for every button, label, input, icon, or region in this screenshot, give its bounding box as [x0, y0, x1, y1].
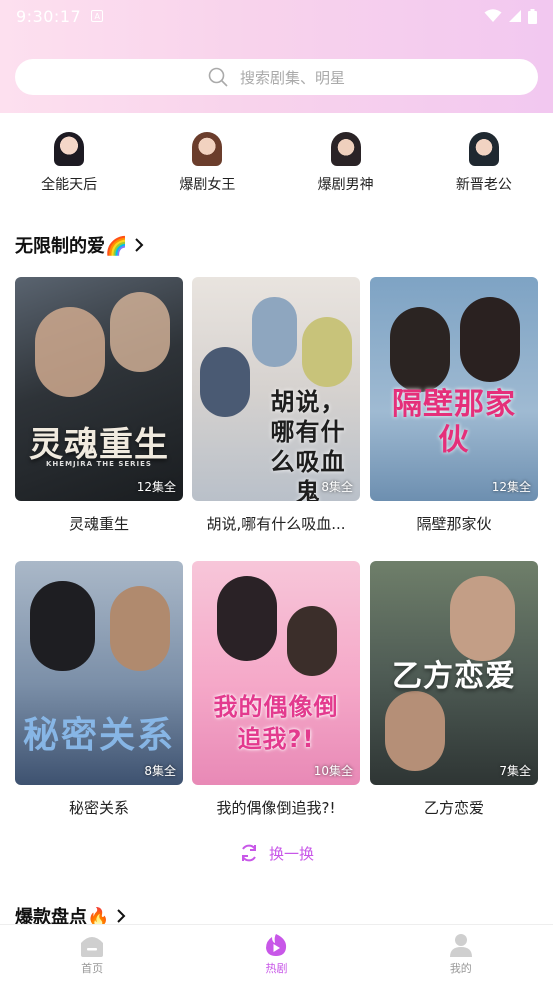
chevron-right-icon: [135, 238, 144, 252]
category-item-new-husband[interactable]: 新晋老公: [415, 132, 553, 196]
refresh-label: 换一换: [268, 844, 314, 863]
section-title[interactable]: 无限制的爱🌈: [15, 232, 145, 258]
chevron-right-icon: [117, 909, 126, 923]
drama-name: 隔壁那家伙: [416, 515, 492, 533]
battery-icon: [528, 8, 537, 24]
poster-title: 灵魂重生: [29, 425, 169, 465]
avatar: [192, 132, 223, 166]
poster-title: 秘密关系: [22, 715, 175, 756]
drama-name: 秘密关系: [68, 799, 129, 817]
category-label: 全能天后: [41, 177, 98, 193]
person-icon: [449, 934, 472, 957]
drama-name: 灵魂重生: [68, 515, 129, 533]
avatar: [330, 132, 361, 166]
drama-card[interactable]: 秘密关系 8集全 秘密关系: [15, 561, 183, 818]
nav-hot[interactable]: 热剧: [184, 925, 368, 984]
episode-badge: 12集全: [491, 480, 531, 494]
drama-card[interactable]: 隔壁那家伙 12集全 隔壁那家伙: [370, 277, 538, 534]
drama-card[interactable]: 胡说，哪有什么吸血鬼 8集全 胡说,哪有什么吸血...: [192, 277, 360, 534]
bottom-nav: 首页 热剧 我的: [0, 924, 553, 984]
poster-title: 乙方恋爱: [392, 659, 516, 694]
drama-poster: 隔壁那家伙 12集全: [370, 277, 538, 501]
episode-badge: 8集全: [321, 480, 353, 494]
category-row: 全能天后 爆剧女王 爆剧男神 新晋老公: [0, 132, 553, 196]
category-item-drama-king[interactable]: 爆剧男神: [277, 132, 415, 196]
home-icon: [81, 937, 104, 957]
avatar: [468, 132, 499, 166]
sim-icon: A: [91, 10, 104, 22]
episode-badge: 12集全: [136, 480, 176, 494]
drama-poster: 乙方恋爱 7集全: [370, 561, 538, 785]
search-icon: [208, 67, 228, 87]
refresh-icon: [241, 844, 256, 862]
drama-card[interactable]: 乙方恋爱 7集全 乙方恋爱: [370, 561, 538, 818]
nav-label: 首页: [81, 962, 104, 975]
nav-label: 热剧: [265, 962, 288, 975]
drama-name: 乙方恋爱: [423, 799, 484, 817]
poster-subtitle: KHEMJIRA THE SERIES: [46, 460, 152, 468]
header-background: 9:30:17 A 搜索剧集、明星: [0, 0, 553, 113]
poster-title: 隔壁那家伙: [392, 387, 516, 458]
nav-profile[interactable]: 我的: [369, 925, 553, 984]
drama-poster: 灵魂重生 KHEMJIRA THE SERIES 12集全: [15, 277, 183, 501]
episode-badge: 10集全: [313, 764, 353, 778]
search-input[interactable]: 搜索剧集、明星: [15, 59, 538, 95]
section-title-text: 无限制的爱🌈: [15, 236, 128, 257]
nav-home[interactable]: 首页: [0, 925, 184, 984]
episode-badge: 7集全: [499, 764, 531, 778]
drama-poster: 我的偶像倒追我?! 10集全: [192, 561, 360, 785]
avatar: [54, 132, 85, 166]
drama-name: 我的偶像倒追我?!: [216, 799, 336, 817]
poster-title: 我的偶像倒追我?!: [213, 693, 339, 753]
refresh-button[interactable]: 换一换: [0, 838, 553, 868]
wifi-icon: [484, 9, 502, 22]
drama-poster: 胡说，哪有什么吸血鬼 8集全: [192, 277, 360, 501]
category-label: 爆剧女王: [179, 177, 236, 193]
play-flame-icon: [266, 934, 287, 956]
nav-label: 我的: [449, 962, 472, 975]
category-item-drama-queen[interactable]: 爆剧女王: [138, 132, 276, 196]
drama-name: 胡说,哪有什么吸血...: [206, 515, 346, 533]
status-time: 9:30:17: [16, 6, 82, 26]
signal-icon: [509, 10, 521, 22]
episode-badge: 8集全: [144, 764, 176, 778]
search-placeholder: 搜索剧集、明星: [239, 68, 345, 87]
drama-card[interactable]: 我的偶像倒追我?! 10集全 我的偶像倒追我?!: [192, 561, 360, 818]
drama-card[interactable]: 灵魂重生 KHEMJIRA THE SERIES 12集全 灵魂重生: [15, 277, 183, 534]
category-label: 新晋老公: [455, 177, 512, 193]
category-label: 爆剧男神: [317, 177, 374, 193]
category-item-queen[interactable]: 全能天后: [0, 132, 138, 196]
drama-poster: 秘密关系 8集全: [15, 561, 183, 785]
status-bar: 9:30:17 A: [0, 0, 553, 32]
